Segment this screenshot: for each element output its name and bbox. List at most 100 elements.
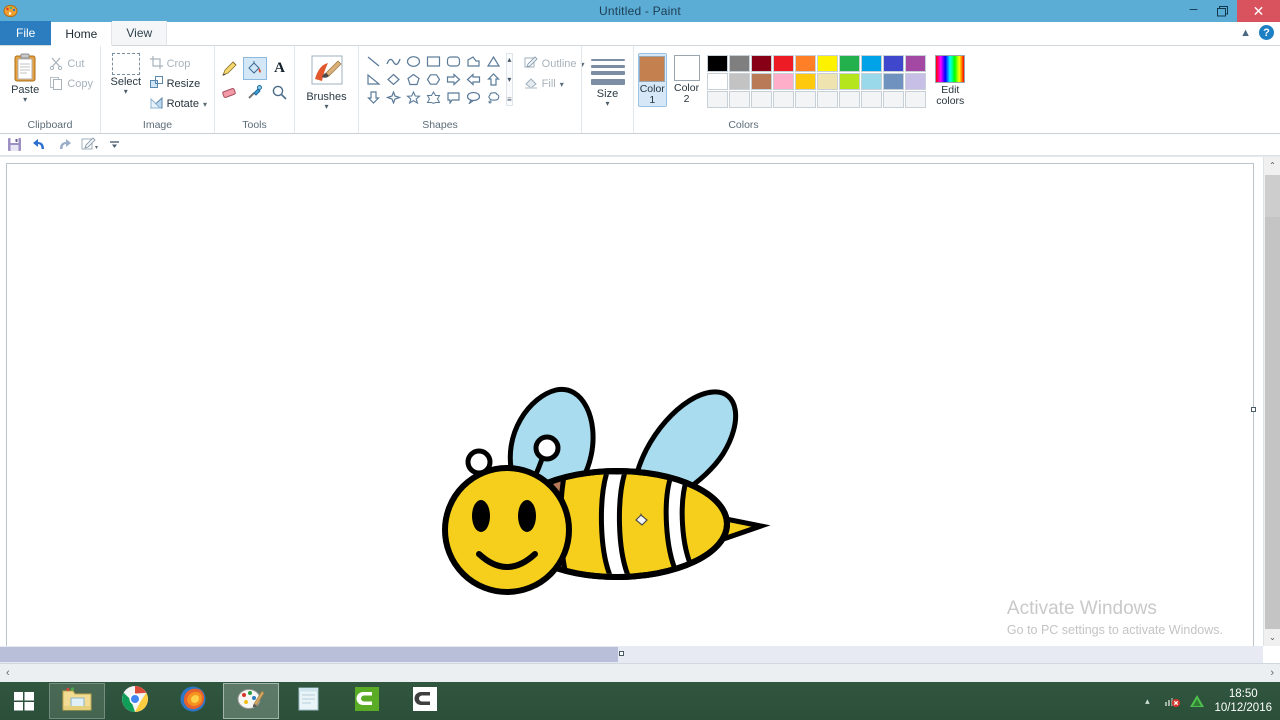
magnifier-tool[interactable] bbox=[268, 81, 292, 104]
eraser-tool[interactable] bbox=[218, 81, 242, 104]
fill-with-color-tool[interactable] bbox=[242, 57, 267, 80]
scroll-down-button[interactable]: ⌄ bbox=[1264, 629, 1280, 646]
shape-rectangle[interactable] bbox=[424, 53, 443, 70]
shape-cloud-callout[interactable] bbox=[484, 89, 503, 106]
color-2-button[interactable]: Color 2 bbox=[673, 53, 701, 105]
palette-swatch-r1-c6[interactable] bbox=[816, 55, 838, 72]
shape-four-point-star[interactable] bbox=[384, 89, 403, 106]
taskbar-item-google-chrome[interactable] bbox=[107, 683, 163, 719]
copy-button[interactable]: Copy bbox=[46, 74, 96, 94]
palette-swatch-r3-c6[interactable] bbox=[816, 91, 838, 108]
shape-six-point-star[interactable] bbox=[424, 89, 443, 106]
shape-right-arrow[interactable] bbox=[444, 71, 463, 88]
color-1-button[interactable]: Color 1 bbox=[638, 53, 667, 107]
taskbar-item-camtasia-studio[interactable] bbox=[397, 683, 453, 719]
canvas-resize-handle-right[interactable] bbox=[1251, 407, 1256, 412]
palette-swatch-r1-c3[interactable] bbox=[750, 55, 772, 72]
palette-swatch-r3-c2[interactable] bbox=[728, 91, 750, 108]
taskbar-item-notepad[interactable] bbox=[281, 683, 337, 719]
palette-swatch-r1-c8[interactable] bbox=[860, 55, 882, 72]
tab-view[interactable]: View bbox=[112, 21, 168, 45]
shape-five-point-star[interactable] bbox=[404, 89, 423, 106]
shape-line[interactable] bbox=[364, 53, 383, 70]
fill-button[interactable]: Fill ▾ bbox=[521, 74, 588, 94]
shapes-scroll-controls[interactable]: ▴ ▾ ≡ bbox=[506, 53, 513, 106]
cut-button[interactable]: Cut bbox=[46, 54, 96, 74]
customize-qat-icon[interactable] bbox=[106, 136, 123, 153]
crop-button[interactable]: Crop bbox=[147, 54, 210, 74]
shape-triangle[interactable] bbox=[484, 53, 503, 70]
text-tool[interactable]: A bbox=[268, 57, 292, 80]
shape-right-triangle[interactable] bbox=[364, 71, 383, 88]
palette-swatch-r1-c5[interactable] bbox=[794, 55, 816, 72]
shapes-scroll-up-icon[interactable]: ▴ bbox=[507, 55, 511, 64]
resize-button[interactable]: Resize bbox=[147, 74, 210, 94]
taskbar-item-paint[interactable] bbox=[223, 683, 279, 719]
palette-swatch-r3-c4[interactable] bbox=[772, 91, 794, 108]
palette-swatch-r3-c7[interactable] bbox=[838, 91, 860, 108]
shape-curve[interactable] bbox=[384, 53, 403, 70]
color-palette[interactable] bbox=[706, 53, 926, 108]
title-bar[interactable]: Untitled - Paint – ✕ bbox=[0, 0, 1280, 22]
palette-swatch-r1-c1[interactable] bbox=[706, 55, 728, 72]
minimize-button[interactable]: – bbox=[1179, 0, 1208, 22]
shape-rounded-rectangle[interactable] bbox=[444, 53, 463, 70]
shape-polygon[interactable] bbox=[464, 53, 483, 70]
network-disconnected-icon[interactable] bbox=[1164, 693, 1181, 709]
shape-oval[interactable] bbox=[404, 53, 423, 70]
select-button[interactable]: Select ▾ bbox=[105, 51, 147, 96]
size-caret-icon[interactable]: ▾ bbox=[605, 100, 609, 108]
size-button[interactable]: Size ▾ bbox=[586, 55, 629, 108]
canvas-area[interactable]: Activate Windows Go to PC settings to ac… bbox=[0, 156, 1280, 663]
shape-left-arrow[interactable] bbox=[464, 71, 483, 88]
select-caret-icon[interactable]: ▾ bbox=[124, 88, 128, 96]
taskbar-item-mozilla-firefox[interactable] bbox=[165, 683, 221, 719]
shape-rounded-rectangle-callout[interactable] bbox=[444, 89, 463, 106]
shapes-expand-icon[interactable]: ≡ bbox=[507, 95, 512, 104]
restore-button[interactable] bbox=[1208, 0, 1237, 22]
shape-hexagon[interactable] bbox=[424, 71, 443, 88]
edit-colors-button[interactable]: Edit colors bbox=[932, 53, 969, 107]
shape-pentagon[interactable] bbox=[404, 71, 423, 88]
brushes-button[interactable]: Brushes ▾ bbox=[299, 53, 354, 111]
palette-swatch-r2-c10[interactable] bbox=[904, 73, 926, 90]
palette-swatch-r2-c6[interactable] bbox=[816, 73, 838, 90]
palette-swatch-r3-c9[interactable] bbox=[882, 91, 904, 108]
shapes-scroll-down-icon[interactable]: ▾ bbox=[507, 75, 511, 84]
rotate-button[interactable]: Rotate ▾ bbox=[147, 94, 210, 114]
palette-swatch-r1-c4[interactable] bbox=[772, 55, 794, 72]
scroll-up-button[interactable]: ⌃ bbox=[1264, 157, 1280, 174]
shape-up-arrow[interactable] bbox=[484, 71, 503, 88]
palette-swatch-r2-c1[interactable] bbox=[706, 73, 728, 90]
brushes-caret-icon[interactable]: ▾ bbox=[324, 103, 328, 111]
paste-button[interactable]: Paste ▾ bbox=[4, 51, 46, 104]
palette-swatch-r3-c5[interactable] bbox=[794, 91, 816, 108]
palette-swatch-r3-c8[interactable] bbox=[860, 91, 882, 108]
chevron-up-icon[interactable]: ▲ bbox=[1240, 27, 1251, 39]
palette-swatch-r2-c7[interactable] bbox=[838, 73, 860, 90]
rotate-caret-icon[interactable]: ▾ bbox=[203, 100, 207, 109]
outline-button[interactable]: Outline ▾ bbox=[521, 54, 588, 74]
palette-swatch-r1-c7[interactable] bbox=[838, 55, 860, 72]
vertical-scroll-track[interactable] bbox=[1265, 217, 1280, 629]
vertical-scrollbar[interactable]: ⌃ ⌄ bbox=[1263, 157, 1280, 646]
horizontal-thumb-handle[interactable] bbox=[619, 651, 624, 656]
help-button[interactable]: ? bbox=[1259, 25, 1274, 40]
horizontal-scroll-thumb[interactable] bbox=[0, 647, 618, 662]
palette-swatch-r1-c10[interactable] bbox=[904, 55, 926, 72]
palette-swatch-r2-c4[interactable] bbox=[772, 73, 794, 90]
shape-down-arrow[interactable] bbox=[364, 89, 383, 106]
fill-caret-icon[interactable]: ▾ bbox=[560, 80, 564, 89]
status-scroll-left-icon[interactable]: ‹ bbox=[6, 667, 10, 679]
show-hidden-icons-button[interactable]: ▴ bbox=[1139, 693, 1155, 709]
palette-swatch-r2-c5[interactable] bbox=[794, 73, 816, 90]
palette-swatch-r1-c9[interactable] bbox=[882, 55, 904, 72]
shape-diamond[interactable] bbox=[384, 71, 403, 88]
canvas-sheet[interactable]: Activate Windows Go to PC settings to ac… bbox=[6, 163, 1256, 660]
edit-with-paint3d-icon[interactable]: ▾ bbox=[81, 136, 98, 153]
tab-home[interactable]: Home bbox=[51, 22, 113, 46]
palette-swatch-r2-c8[interactable] bbox=[860, 73, 882, 90]
tab-file[interactable]: File bbox=[0, 21, 52, 45]
horizontal-scrollbar[interactable] bbox=[0, 646, 1263, 663]
palette-swatch-r2-c3[interactable] bbox=[750, 73, 772, 90]
